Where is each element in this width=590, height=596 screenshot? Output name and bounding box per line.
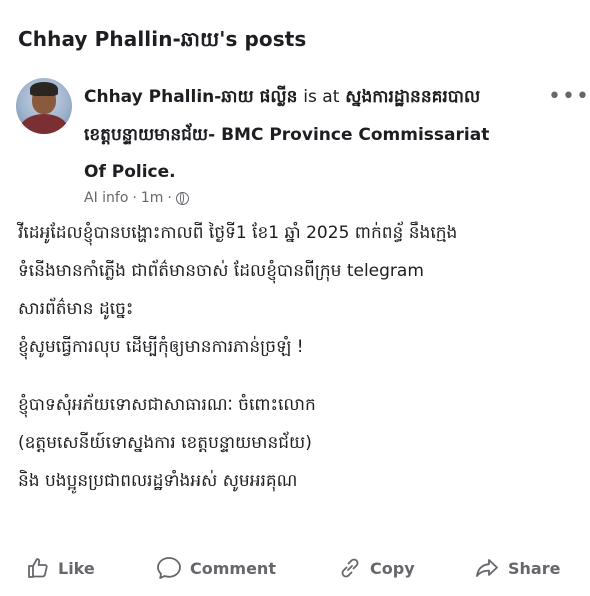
comment-button[interactable]: Comment bbox=[156, 556, 276, 580]
body-line: ទំនើងមានកាំភ្លើង ជាព័ត៌មានចាស់ ដែលខ្ញុំប… bbox=[18, 261, 424, 281]
ai-info-link[interactable]: AI info bbox=[84, 190, 128, 206]
copy-button[interactable]: Copy bbox=[338, 556, 415, 580]
location-line-3[interactable]: Of Police. bbox=[84, 162, 176, 182]
post-meta: AI info · 1m · bbox=[84, 190, 189, 206]
page-title: Chhay Phallin-ឆាយ's posts bbox=[18, 27, 307, 51]
body-line: ខ្ញុំសូមធ្វើការលុប ដើម្បីកុំឲ្យមានការភាន… bbox=[18, 337, 304, 357]
author-at: is at bbox=[303, 87, 340, 107]
post-time[interactable]: 1m bbox=[141, 190, 164, 206]
meta-separator: · bbox=[132, 190, 137, 206]
copy-icon bbox=[341, 558, 359, 578]
location-line-2[interactable]: ខេត្តបន្ទាយមានជ័យ- BMC Province Commissa… bbox=[84, 124, 489, 149]
more-icon[interactable]: ••• bbox=[548, 84, 590, 109]
meta-separator-2: · bbox=[167, 190, 172, 206]
body-line: (ឧត្តមសេនីយ៍ទោស្នងការ ខេត្តបន្ទាយមានជ័យ) bbox=[18, 433, 312, 453]
post-body: វីដេអូដែលខ្ញុំបានបង្ហោះកាលពី ថ្ងៃទី1 ខែ1… bbox=[18, 214, 457, 500]
body-line: វីដេអូដែលខ្ញុំបានបង្ហោះកាលពី ថ្ងៃទី1 ខែ1… bbox=[18, 223, 458, 243]
like-icon bbox=[28, 558, 48, 578]
share-icon bbox=[476, 559, 498, 577]
globe-icon bbox=[175, 191, 189, 205]
body-line: និង បងប្អូនប្រជាពលរដ្ឋទាំងអស់ សូមអរគុណ bbox=[18, 471, 298, 491]
author-name[interactable]: Chhay Phallin-ឆាយ ផល្លីន bbox=[84, 87, 297, 107]
body-line: ខ្ញុំបាទសុំអភ័យទោសជាសាធារណៈ ចំពោះលោក bbox=[18, 395, 316, 415]
share-label: Share bbox=[508, 558, 561, 578]
like-button[interactable]: Like bbox=[26, 556, 95, 580]
comment-icon bbox=[157, 557, 181, 579]
location-link[interactable]: ស្នងការដ្ឋាននគរបាល bbox=[345, 87, 480, 107]
post-header: Chhay Phallin-ឆាយ ផល្លីន is at ស្នងការដ្… bbox=[84, 86, 480, 111]
avatar[interactable] bbox=[16, 78, 72, 134]
copy-label: Copy bbox=[370, 558, 415, 578]
like-label: Like bbox=[58, 558, 95, 578]
body-line: សារព័ត៌មាន ដូច្នេះ bbox=[18, 299, 134, 319]
share-button[interactable]: Share bbox=[474, 556, 560, 580]
post-actions: Like Comment Copy Share bbox=[0, 548, 590, 588]
comment-label: Comment bbox=[190, 558, 276, 578]
